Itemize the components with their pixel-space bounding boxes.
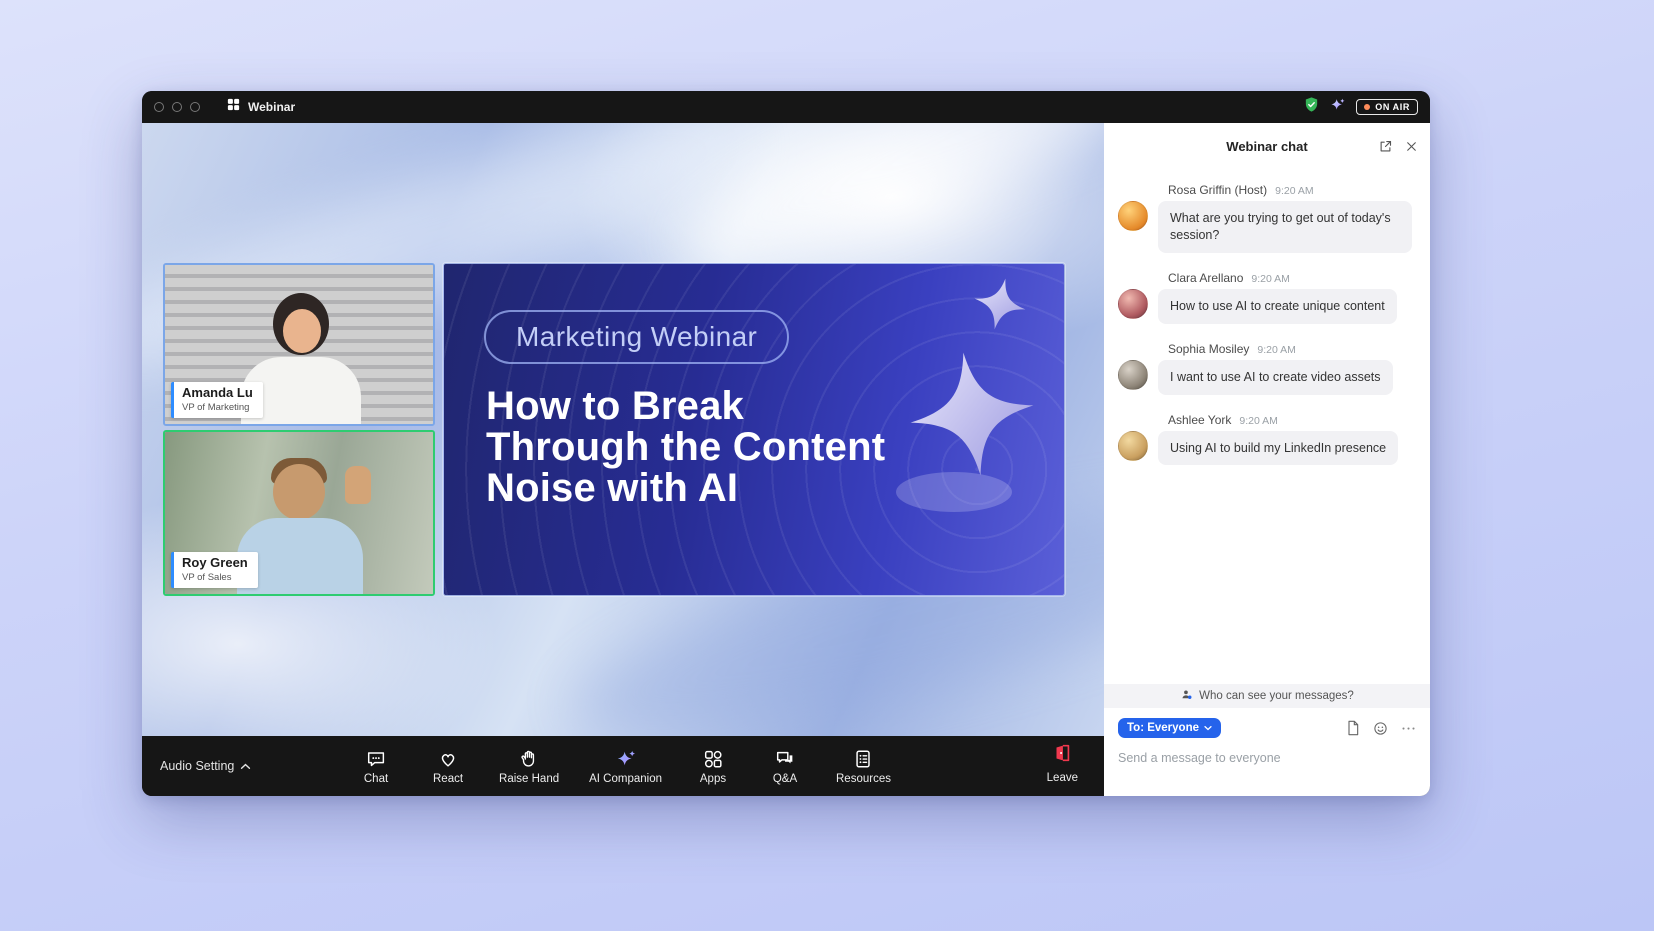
speaker-tile-amanda[interactable]: Amanda Lu VP of Marketing bbox=[163, 263, 435, 426]
message-sender: Sophia Mosiley bbox=[1168, 342, 1249, 356]
message-sender: Rosa Griffin (Host) bbox=[1168, 183, 1267, 197]
heart-icon bbox=[437, 748, 459, 770]
on-air-dot-icon bbox=[1364, 104, 1370, 110]
privacy-note-label: Who can see your messages? bbox=[1199, 690, 1354, 702]
chat-message: Clara Arellano 9:20 AM How to use AI to … bbox=[1118, 271, 1416, 324]
avatar bbox=[1118, 360, 1148, 390]
composer: To: Everyone bbox=[1104, 708, 1430, 796]
slide-badge: Marketing Webinar bbox=[484, 310, 789, 364]
chat-bubble-icon bbox=[365, 748, 387, 770]
meeting-toolbar: Audio Setting Chat bbox=[142, 736, 1104, 796]
apps-grid-icon bbox=[702, 748, 724, 770]
raise-hand-button[interactable]: Raise Hand bbox=[499, 748, 559, 785]
qa-bubbles-icon bbox=[774, 748, 796, 770]
emoji-button[interactable] bbox=[1373, 721, 1388, 736]
titlebar-right: ON AIR bbox=[1303, 96, 1418, 118]
ai-sparkle-icon[interactable] bbox=[1330, 97, 1346, 118]
avatar bbox=[1118, 201, 1148, 231]
qa-button[interactable]: Q&A bbox=[764, 748, 806, 785]
on-air-label: ON AIR bbox=[1375, 102, 1410, 112]
toolbar-label: Resources bbox=[836, 773, 891, 785]
shield-check-icon[interactable] bbox=[1303, 96, 1320, 118]
message-time: 9:20 AM bbox=[1275, 185, 1314, 197]
to-selector-label: To: Everyone bbox=[1127, 722, 1199, 734]
toolbar-label: Q&A bbox=[773, 773, 797, 785]
chat-button[interactable]: Chat bbox=[355, 748, 397, 785]
toolbar-label: Raise Hand bbox=[499, 773, 559, 785]
name-tag: Amanda Lu VP of Marketing bbox=[171, 382, 263, 418]
react-button[interactable]: React bbox=[427, 748, 469, 785]
speaker-title: VP of Marketing bbox=[182, 402, 253, 413]
speaker-name: Roy Green bbox=[182, 556, 248, 571]
message-bubble: What are you trying to get out of today'… bbox=[1158, 201, 1412, 253]
leave-door-icon bbox=[1051, 742, 1073, 769]
window-controls bbox=[154, 102, 200, 112]
chat-message-list: Rosa Griffin (Host) 9:20 AM What are you… bbox=[1104, 169, 1430, 684]
avatar bbox=[1118, 289, 1148, 319]
ai-sparkle-icon bbox=[615, 748, 637, 770]
person-icon bbox=[1180, 688, 1193, 704]
chat-title: Webinar chat bbox=[1226, 139, 1307, 154]
meeting-area: Amanda Lu VP of Marketing Roy Green VP o… bbox=[142, 123, 1104, 796]
to-selector-button[interactable]: To: Everyone bbox=[1118, 718, 1221, 738]
speaker-tile-roy[interactable]: Roy Green VP of Sales bbox=[163, 430, 435, 596]
chevron-up-icon bbox=[240, 759, 251, 773]
raised-hand-icon bbox=[518, 748, 540, 770]
chat-message: Sophia Mosiley 9:20 AM I want to use AI … bbox=[1118, 342, 1416, 395]
audio-setting-label: Audio Setting bbox=[160, 759, 234, 773]
on-air-badge: ON AIR bbox=[1356, 99, 1418, 115]
more-options-button[interactable] bbox=[1401, 726, 1416, 731]
toolbar-label: Apps bbox=[700, 773, 726, 785]
resources-button[interactable]: Resources bbox=[836, 748, 891, 785]
chat-message: Rosa Griffin (Host) 9:20 AM What are you… bbox=[1118, 183, 1416, 253]
video-stage: Amanda Lu VP of Marketing Roy Green VP o… bbox=[142, 123, 1104, 736]
avatar bbox=[1118, 431, 1148, 461]
audio-setting-button[interactable]: Audio Setting bbox=[160, 736, 251, 796]
message-time: 9:20 AM bbox=[1251, 273, 1290, 285]
chat-panel: Webinar chat Rosa Griffin (Host) 9:20 AM bbox=[1104, 123, 1430, 796]
speaker-name: Amanda Lu bbox=[182, 386, 253, 401]
name-tag: Roy Green VP of Sales bbox=[171, 552, 258, 588]
toolbar-label: React bbox=[433, 773, 463, 785]
message-time: 9:20 AM bbox=[1239, 415, 1278, 427]
shared-slide: Marketing Webinar How to Break Through t… bbox=[443, 263, 1065, 596]
popout-icon bbox=[1378, 139, 1393, 154]
close-icon bbox=[1405, 140, 1418, 153]
ai-companion-button[interactable]: AI Companion bbox=[589, 748, 662, 785]
toolbar-center: Chat React Raise Hand bbox=[355, 748, 891, 785]
message-bubble: I want to use AI to create video assets bbox=[1158, 360, 1393, 395]
titlebar: Webinar ON AIR bbox=[142, 91, 1430, 123]
app-identity: Webinar bbox=[226, 97, 295, 117]
message-bubble: Using AI to build my LinkedIn presence bbox=[1158, 431, 1398, 466]
leave-button[interactable]: Leave bbox=[1047, 742, 1078, 784]
window-maximize-button[interactable] bbox=[190, 102, 200, 112]
message-bubble: How to use AI to create unique content bbox=[1158, 289, 1397, 324]
apps-button[interactable]: Apps bbox=[692, 748, 734, 785]
toolbar-label: AI Companion bbox=[589, 773, 662, 785]
message-input[interactable] bbox=[1118, 751, 1416, 765]
file-attach-button[interactable] bbox=[1346, 720, 1360, 736]
toolbar-label: Chat bbox=[364, 773, 388, 785]
window-close-button[interactable] bbox=[154, 102, 164, 112]
privacy-note[interactable]: Who can see your messages? bbox=[1104, 684, 1430, 708]
message-sender: Clara Arellano bbox=[1168, 271, 1243, 285]
app-title: Webinar bbox=[248, 100, 295, 114]
people-grid-icon bbox=[226, 97, 241, 117]
chevron-down-icon bbox=[1204, 725, 1212, 731]
file-icon bbox=[1346, 720, 1360, 736]
message-sender: Ashlee York bbox=[1168, 413, 1231, 427]
chat-header: Webinar chat bbox=[1104, 123, 1430, 169]
more-options-icon bbox=[1401, 726, 1416, 731]
close-chat-button[interactable] bbox=[1405, 140, 1418, 153]
message-time: 9:20 AM bbox=[1257, 344, 1296, 356]
window-minimize-button[interactable] bbox=[172, 102, 182, 112]
speaker-title: VP of Sales bbox=[182, 572, 248, 583]
popout-button[interactable] bbox=[1378, 139, 1393, 154]
emoji-icon bbox=[1373, 721, 1388, 736]
webinar-window: Webinar ON AIR bbox=[142, 91, 1430, 796]
document-icon bbox=[852, 748, 874, 770]
chat-message: Ashlee York 9:20 AM Using AI to build my… bbox=[1118, 413, 1416, 466]
slide-headline: How to Break Through the Content Noise w… bbox=[486, 386, 885, 508]
toolbar-label: Leave bbox=[1047, 772, 1078, 784]
